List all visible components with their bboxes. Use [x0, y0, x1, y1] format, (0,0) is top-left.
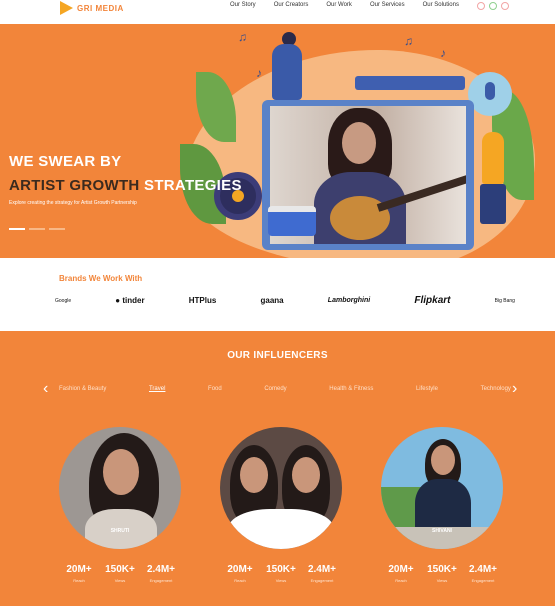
tab-fashion-beauty[interactable]: Fashion & Beauty [59, 386, 106, 392]
logo[interactable]: GRI MEDIA [60, 0, 124, 16]
influencer-name: SHIVANI [432, 528, 452, 534]
stat-engagement: 2.4M+ Engagement [146, 564, 176, 583]
tab-lifestyle[interactable]: Lifestyle [416, 386, 438, 392]
hero-title-highlight: ARTIST GROWTH [9, 177, 140, 194]
stat-reach: 20M+ Reach [388, 564, 414, 583]
brand-logo: ● tinder [115, 296, 145, 305]
brand-logo: Big Bang [494, 297, 515, 304]
stat-reach: 20M+ Reach [66, 564, 92, 583]
tab-food[interactable]: Food [208, 386, 222, 392]
main-nav: Our Story Our Creators Our Work Our Serv… [230, 2, 459, 8]
instagram-icon[interactable] [477, 2, 485, 10]
microphone-icon [468, 72, 512, 116]
brand-logo: Google [55, 297, 72, 304]
brand-logo: HTPlus [188, 296, 217, 305]
hero-title-line1: WE SWEAR BY [9, 153, 122, 170]
whatsapp-icon[interactable] [489, 2, 497, 10]
nav-our-story[interactable]: Our Story [230, 2, 256, 8]
slider-dot[interactable] [29, 228, 45, 230]
section-title: OUR INFLUENCERS [227, 350, 328, 361]
keyboard-illustration [355, 76, 465, 90]
music-note-icon: ♪ [440, 46, 446, 60]
music-note-icon: ♪ [256, 66, 262, 80]
influencers-section: OUR INFLUENCERS ‹ › Fashion & Beauty Tra… [0, 331, 555, 606]
influencer-name: NICKI SISTERS [262, 528, 300, 534]
nav-our-creators[interactable]: Our Creators [274, 2, 309, 8]
nav-our-solutions[interactable]: Our Solutions [423, 2, 459, 8]
stat-reach: 20M+ Reach [227, 564, 253, 583]
stat-views: 150K+ Views [266, 564, 296, 583]
nav-our-work[interactable]: Our Work [326, 2, 352, 8]
influencer-stats: 20M+ Reach 150K+ Views 2.4M+ Engagement [220, 564, 342, 583]
hero-section: ♫ ♪ ♫ ♪ WE SWEAR BY ARTIST GROWTH STRATE… [0, 24, 555, 258]
tab-travel[interactable]: Travel [149, 386, 165, 392]
hero-title-line2: ARTIST GROWTH STRATEGIES [9, 177, 242, 194]
nav-our-services[interactable]: Our Services [370, 2, 405, 8]
brand-logo: Flipkart [414, 295, 451, 306]
logo-play-icon [60, 1, 73, 15]
hero-subtitle: Explore creating the strategy for Artist… [9, 200, 137, 206]
stat-engagement: 2.4M+ Engagement [468, 564, 498, 583]
stat-engagement: 2.4M+ Engagement [307, 564, 337, 583]
logo-text: GRI MEDIA [77, 3, 124, 13]
slider-dot[interactable] [9, 228, 25, 230]
person-illustration [480, 184, 506, 224]
influencer-name: SHRUTI [110, 528, 130, 534]
chevron-left-icon[interactable]: ‹ [43, 381, 48, 397]
drum-illustration [268, 206, 316, 236]
hero-title-strategies: STRATEGIES [144, 177, 242, 194]
brand-logos: Google ● tinder HTPlus gaana Lamborghini… [55, 295, 515, 306]
slider-dot[interactable] [49, 228, 65, 230]
stat-views: 150K+ Views [427, 564, 457, 583]
social-links [477, 2, 509, 10]
tab-health-fitness[interactable]: Health & Fitness [329, 386, 373, 392]
influencer-stats: 20M+ Reach 150K+ Views 2.4M+ Engagement [59, 564, 181, 583]
guitarist-illustration [272, 44, 302, 100]
category-tabs: Fashion & Beauty Travel Food Comedy Heal… [59, 386, 511, 392]
music-note-icon: ♫ [404, 34, 413, 48]
chevron-right-icon[interactable]: › [512, 381, 517, 397]
brand-logo: Lamborghini [327, 297, 371, 304]
influencer-stats: 20M+ Reach 150K+ Views 2.4M+ Engagement [381, 564, 503, 583]
brand-logo: gaana [260, 296, 284, 305]
brands-title: Brands We Work With [59, 274, 143, 283]
person-illustration [482, 132, 504, 184]
stat-views: 150K+ Views [105, 564, 135, 583]
site-header: GRI MEDIA Our Story Our Creators Our Wor… [0, 0, 555, 24]
tab-comedy[interactable]: Comedy [264, 386, 286, 392]
brands-section: Brands We Work With Google ● tinder HTPl… [0, 258, 555, 331]
slider-dots [9, 228, 65, 230]
music-note-icon: ♫ [238, 30, 247, 44]
youtube-icon[interactable] [501, 2, 509, 10]
tab-technology[interactable]: Technology [481, 386, 511, 392]
